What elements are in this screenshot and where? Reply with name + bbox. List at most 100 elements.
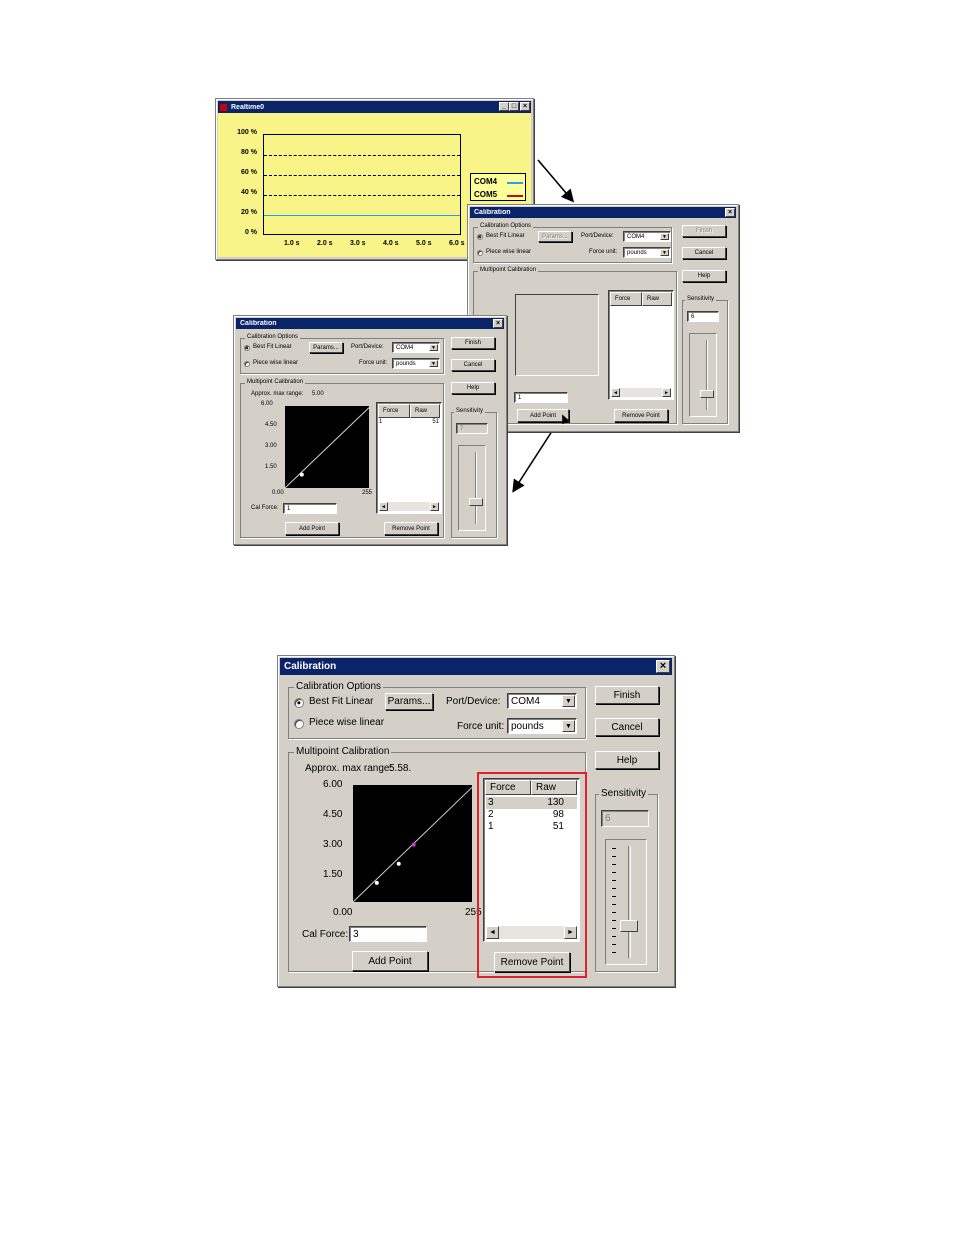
col-raw-header[interactable]: Raw <box>410 404 440 418</box>
cal-b-title: Calibration <box>240 320 277 327</box>
add-point-button[interactable]: Add Point <box>352 951 428 971</box>
force-raw-list[interactable]: Force Raw ◄ ► <box>608 290 674 400</box>
sensitivity-value[interactable]: 7 <box>456 423 488 434</box>
table-row[interactable]: 2 98 <box>486 809 577 821</box>
table-row[interactable]: 3 130 <box>486 797 577 809</box>
col-force-header[interactable]: Force <box>610 292 642 306</box>
sensitivity-group: Sensitivity 6 <box>682 296 728 424</box>
port-select[interactable]: COM4 ▼ <box>623 231 671 242</box>
y-tick: 1.50 <box>265 464 277 470</box>
finish-button[interactable]: Finish <box>451 337 495 349</box>
horizontal-scrollbar[interactable]: ◄ ► <box>611 388 671 397</box>
best-fit-label: Best Fit Linear <box>309 696 374 707</box>
remove-point-button[interactable]: Remove Point <box>494 952 570 972</box>
scroll-right-icon[interactable]: ► <box>430 502 439 511</box>
chevron-down-icon[interactable]: ▼ <box>562 695 575 707</box>
remove-point-button[interactable]: Remove Point <box>614 409 668 422</box>
cal-c-options-group: Calibration Options Best Fit Linear Para… <box>288 681 586 739</box>
horizontal-scrollbar[interactable]: ◄ ► <box>379 502 439 511</box>
params-button[interactable]: Params... <box>309 342 343 353</box>
scroll-left-icon[interactable]: ◄ <box>486 926 499 939</box>
sensitivity-label: Sensitivity <box>685 296 717 302</box>
best-fit-radio[interactable] <box>244 345 250 351</box>
unit-select[interactable]: pounds ▼ <box>623 247 671 258</box>
chevron-down-icon[interactable]: ▼ <box>562 720 575 732</box>
port-select[interactable]: COM4 ▼ <box>507 693 577 709</box>
sensitivity-label: Sensitivity <box>599 788 649 799</box>
x-min-label: 0.00 <box>272 490 284 496</box>
scroll-right-icon[interactable]: ► <box>564 926 577 939</box>
sensitivity-value[interactable]: 6 <box>687 311 719 322</box>
best-fit-label: Best Fit Linear <box>486 233 525 239</box>
chevron-down-icon[interactable]: ▼ <box>429 344 438 351</box>
finish-button[interactable]: Finish <box>595 686 659 704</box>
slider-tick <box>612 896 616 897</box>
slider-tick <box>612 848 616 849</box>
add-point-button[interactable]: Add Point <box>285 522 339 535</box>
piece-wise-radio[interactable] <box>244 361 250 367</box>
col-raw-header[interactable]: Raw <box>642 292 672 306</box>
help-button[interactable]: Help <box>451 382 495 394</box>
port-label: Port/Device: <box>351 344 384 350</box>
cal-b-titlebar[interactable]: Calibration × <box>236 318 504 329</box>
best-fit-radio[interactable] <box>294 698 304 708</box>
scroll-right-icon[interactable]: ► <box>662 388 671 397</box>
unit-select[interactable]: pounds ▼ <box>392 358 440 369</box>
chevron-down-icon[interactable]: ▼ <box>660 233 669 240</box>
piece-wise-label: Piece wise linear <box>253 360 299 366</box>
scroll-left-icon[interactable]: ◄ <box>379 502 388 511</box>
close-icon[interactable]: × <box>725 208 735 217</box>
col-force-header[interactable]: Force <box>485 780 531 795</box>
cancel-button[interactable]: Cancel <box>682 247 726 259</box>
best-fit-radio[interactable] <box>477 234 483 240</box>
piece-wise-label: Piece wise linear <box>486 249 532 255</box>
cal-force-input[interactable]: 1 <box>514 392 568 403</box>
close-icon[interactable]: × <box>493 319 503 328</box>
sensitivity-slider[interactable] <box>689 333 717 417</box>
col-force-header[interactable]: Force <box>378 404 410 418</box>
calibration-plot-svg <box>284 407 370 489</box>
calibration-dialog-empty: Calibration × Calibration Options Best F… <box>467 204 739 432</box>
slider-tick <box>612 912 616 913</box>
help-button[interactable]: Help <box>682 270 726 282</box>
params-button[interactable]: Params... <box>385 693 433 710</box>
remove-point-button[interactable]: Remove Point <box>384 522 438 535</box>
chevron-down-icon[interactable]: ▼ <box>660 249 669 256</box>
slider-thumb[interactable] <box>700 390 714 398</box>
chevron-down-icon[interactable]: ▼ <box>429 360 438 367</box>
cal-c-titlebar[interactable]: Calibration × <box>280 658 672 675</box>
cancel-button[interactable]: Cancel <box>451 359 495 371</box>
slider-thumb[interactable] <box>620 920 638 932</box>
slider-tick <box>612 936 616 937</box>
finish-button[interactable]: Finish <box>682 225 726 237</box>
y-tick: 4.50 <box>323 809 343 820</box>
sensitivity-slider[interactable] <box>458 445 486 531</box>
scroll-left-icon[interactable]: ◄ <box>611 388 620 397</box>
help-button[interactable]: Help <box>595 751 659 769</box>
range-label: Approx. max range: <box>251 391 304 397</box>
sensitivity-slider[interactable] <box>605 839 647 965</box>
cal-force-input[interactable]: 1 <box>283 503 337 514</box>
unit-label: Force unit: <box>589 249 618 255</box>
unit-label: Force unit: <box>457 721 505 732</box>
piece-wise-radio[interactable] <box>477 250 483 256</box>
unit-select[interactable]: pounds ▼ <box>507 718 577 734</box>
piece-wise-radio[interactable] <box>294 719 304 729</box>
cancel-button[interactable]: Cancel <box>595 718 659 736</box>
slider-thumb[interactable] <box>469 498 483 506</box>
cal-a-titlebar[interactable]: Calibration × <box>470 207 736 218</box>
force-raw-list[interactable]: Force Raw 3 130 2 98 1 51 ◄ ► <box>483 778 580 942</box>
table-row[interactable]: 1 51 <box>486 821 577 833</box>
arrow-to-calibration <box>537 159 575 203</box>
table-row[interactable]: 1 51 <box>379 419 439 425</box>
sensitivity-value[interactable]: 6 <box>601 810 649 827</box>
cal-force-input[interactable]: 3 <box>349 926 427 942</box>
port-select[interactable]: COM4 ▼ <box>392 342 440 353</box>
close-icon[interactable]: × <box>656 660 670 673</box>
slider-tick <box>612 872 616 873</box>
params-button[interactable]: Params... <box>538 231 572 242</box>
col-raw-header[interactable]: Raw <box>531 780 577 795</box>
horizontal-scrollbar[interactable]: ◄ ► <box>486 926 577 939</box>
multipoint-label: Multipoint Calibration <box>478 267 539 273</box>
force-raw-list[interactable]: Force Raw 1 51 ◄ ► <box>376 402 442 514</box>
